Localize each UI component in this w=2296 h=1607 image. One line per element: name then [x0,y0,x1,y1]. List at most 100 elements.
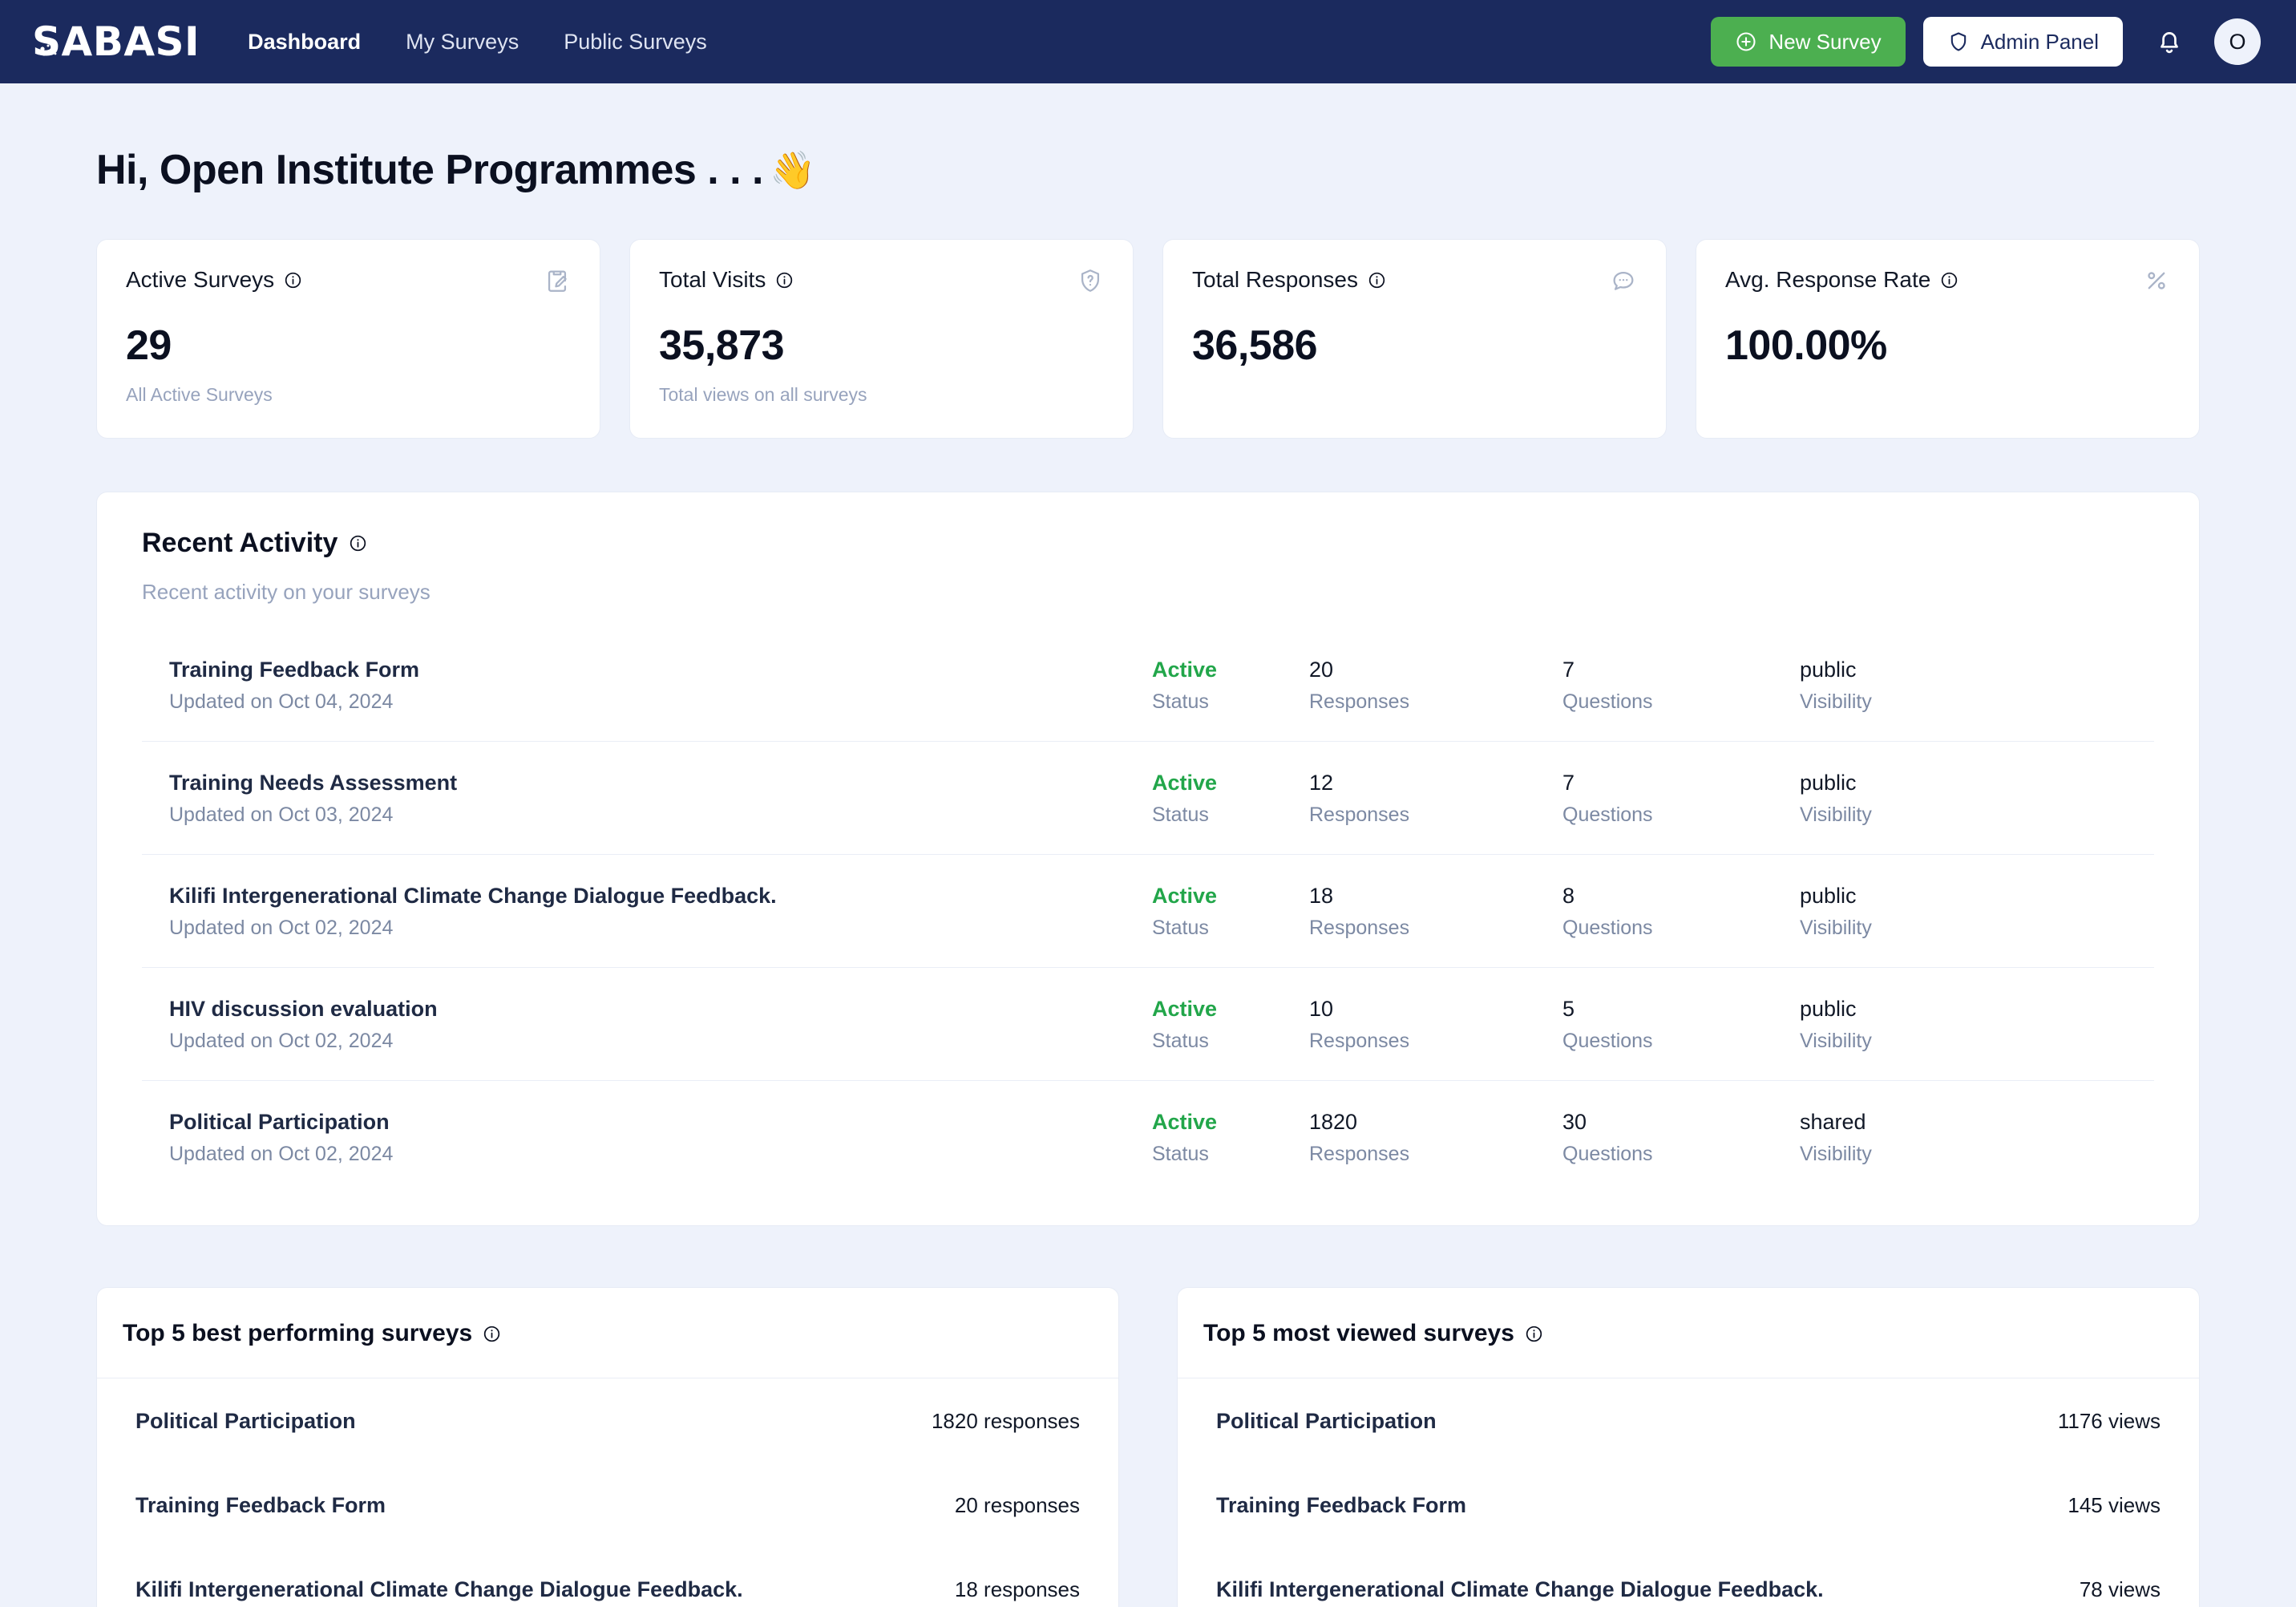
stat-title-avg-response-rate: Avg. Response Rate [1725,267,1931,292]
admin-panel-label: Admin Panel [1980,29,2099,54]
most-viewed-surveys-panel: Top 5 most viewed surveys Political Part… [1177,1287,2200,1607]
metric-label-visibility: Visibility [1800,690,1872,713]
main-navigation: Dashboard My Surveys Public Surveys [248,30,707,55]
questions-count: 30 [1562,1110,1587,1134]
info-icon[interactable] [1940,271,1958,289]
survey-name: Training Needs Assessment [169,771,458,795]
stats-card-row: Active Surveys 29 All Active Surveys Tot… [96,239,2200,439]
admin-panel-button[interactable]: Admin Panel [1922,17,2123,67]
metric-responses: 20 Responses [1309,658,1562,714]
survey-name: Political Participation [1216,1409,1437,1433]
notifications-button[interactable] [2147,19,2192,64]
responses-count: 12 [1309,771,1334,795]
best-performing-title-text: Top 5 best performing surveys [123,1320,473,1346]
metric-visibility: shared Visibility [1800,1110,1992,1166]
metric-questions: 7 Questions [1562,771,1800,827]
recent-activity-panel: Recent Activity Recent activity on your … [96,492,2200,1226]
metric-label-responses: Responses [1309,804,1410,826]
nav-item-dashboard[interactable]: Dashboard [248,30,361,55]
survey-name: HIV discussion evaluation [169,997,438,1021]
top-navigation-bar: SABASI Dashboard My Surveys Public Surve… [0,0,2296,83]
list-item[interactable]: Kilifi Intergenerational Climate Change … [123,1547,1093,1607]
bell-icon [2161,32,2178,54]
list-item[interactable]: Political Participation 1176 views [1203,1378,2173,1463]
stat-value-active-surveys: 29 [126,322,172,369]
survey-updated-date: Updated on Oct 02, 2024 [169,1030,394,1052]
responses-count: 10 [1309,997,1334,1021]
survey-updated-date: Updated on Oct 02, 2024 [169,917,394,939]
views-value: 145 views [2068,1493,2161,1517]
info-icon[interactable] [284,271,302,289]
stat-card-avg-response-rate: Avg. Response Rate 100.00% [1696,239,2200,439]
metric-label-responses: Responses [1309,1143,1410,1165]
metric-label-status: Status [1152,804,1209,826]
bottom-panels-row: Top 5 best performing surveys Political … [96,1287,2200,1607]
metric-label-status: Status [1152,1030,1209,1052]
shield-question-icon [1081,269,1100,292]
info-icon[interactable] [483,1325,501,1343]
info-icon[interactable] [349,534,367,553]
metric-label-visibility: Visibility [1800,1143,1872,1165]
questions-count: 7 [1562,771,1575,795]
metric-label-responses: Responses [1309,917,1410,939]
nav-item-public-surveys[interactable]: Public Surveys [564,30,707,55]
list-item[interactable]: Training Feedback Form 20 responses [123,1463,1093,1547]
survey-name: Political Participation [135,1409,356,1433]
user-avatar[interactable]: O [2214,18,2261,65]
message-dots-icon [1613,271,1634,290]
recent-activity-list: Training Feedback Form Updated on Oct 04… [97,629,2199,1225]
table-row[interactable]: Training Feedback Form Updated on Oct 04… [142,629,2154,742]
stat-card-total-responses: Total Responses 36,586 [1162,239,1667,439]
table-row[interactable]: Kilifi Intergenerational Climate Change … [142,855,2154,968]
metric-label-questions: Questions [1562,1143,1653,1165]
table-row[interactable]: Training Needs Assessment Updated on Oct… [142,742,2154,855]
stat-value-avg-response-rate: 100.00% [1725,322,1887,369]
nav-item-my-surveys[interactable]: My Surveys [406,30,519,55]
table-row[interactable]: Political Participation Updated on Oct 0… [142,1081,2154,1193]
metric-visibility: public Visibility [1800,771,1992,827]
survey-name: Training Feedback Form [135,1493,386,1517]
survey-updated-date: Updated on Oct 04, 2024 [169,690,394,713]
most-viewed-title-text: Top 5 most viewed surveys [1203,1320,1514,1346]
metric-questions: 30 Questions [1562,1110,1800,1166]
questions-count: 5 [1562,997,1575,1021]
status-badge: Active [1152,884,1218,908]
most-viewed-title: Top 5 most viewed surveys [1203,1320,2173,1347]
responses-count: 20 [1309,658,1334,682]
visibility-value: public [1800,997,1857,1021]
greeting-text: Hi, Open Institute Programmes . . . [96,147,764,193]
responses-value: 1820 responses [931,1409,1080,1433]
visibility-value: public [1800,884,1857,908]
responses-count: 1820 [1309,1110,1358,1134]
metric-visibility: public Visibility [1800,884,1992,940]
info-icon[interactable] [775,271,794,289]
list-item[interactable]: Training Feedback Form 145 views [1203,1463,2173,1547]
responses-count: 18 [1309,884,1334,908]
app-logo[interactable]: SABASI [32,22,200,62]
page-title: Hi, Open Institute Programmes . . . 👋 [96,83,2200,239]
questions-count: 8 [1562,884,1575,908]
plus-circle-icon [1736,32,1756,51]
stat-title-total-responses: Total Responses [1192,267,1359,292]
visibility-value: public [1800,658,1857,682]
clipboard-edit-icon [548,270,567,292]
metric-responses: 1820 Responses [1309,1110,1562,1166]
metric-responses: 10 Responses [1309,997,1562,1053]
stat-subtitle-active-surveys: All Active Surveys [126,384,273,405]
metric-label-visibility: Visibility [1800,804,1872,826]
list-item[interactable]: Kilifi Intergenerational Climate Change … [1203,1547,2173,1607]
metric-visibility: public Visibility [1800,658,1992,714]
metric-label-visibility: Visibility [1800,917,1872,939]
table-row[interactable]: HIV discussion evaluation Updated on Oct… [142,968,2154,1081]
info-icon[interactable] [1368,271,1386,289]
metric-label-questions: Questions [1562,917,1653,939]
info-icon[interactable] [1525,1325,1543,1343]
list-item[interactable]: Political Participation 1820 responses [123,1378,1093,1463]
survey-updated-date: Updated on Oct 02, 2024 [169,1143,394,1165]
logo-dots-icon [36,44,57,56]
new-survey-button[interactable]: New Survey [1711,17,1906,67]
survey-name: Training Feedback Form [1216,1493,1467,1517]
questions-count: 7 [1562,658,1575,682]
metric-status: Active Status [1152,884,1309,940]
survey-updated-date: Updated on Oct 03, 2024 [169,804,394,826]
